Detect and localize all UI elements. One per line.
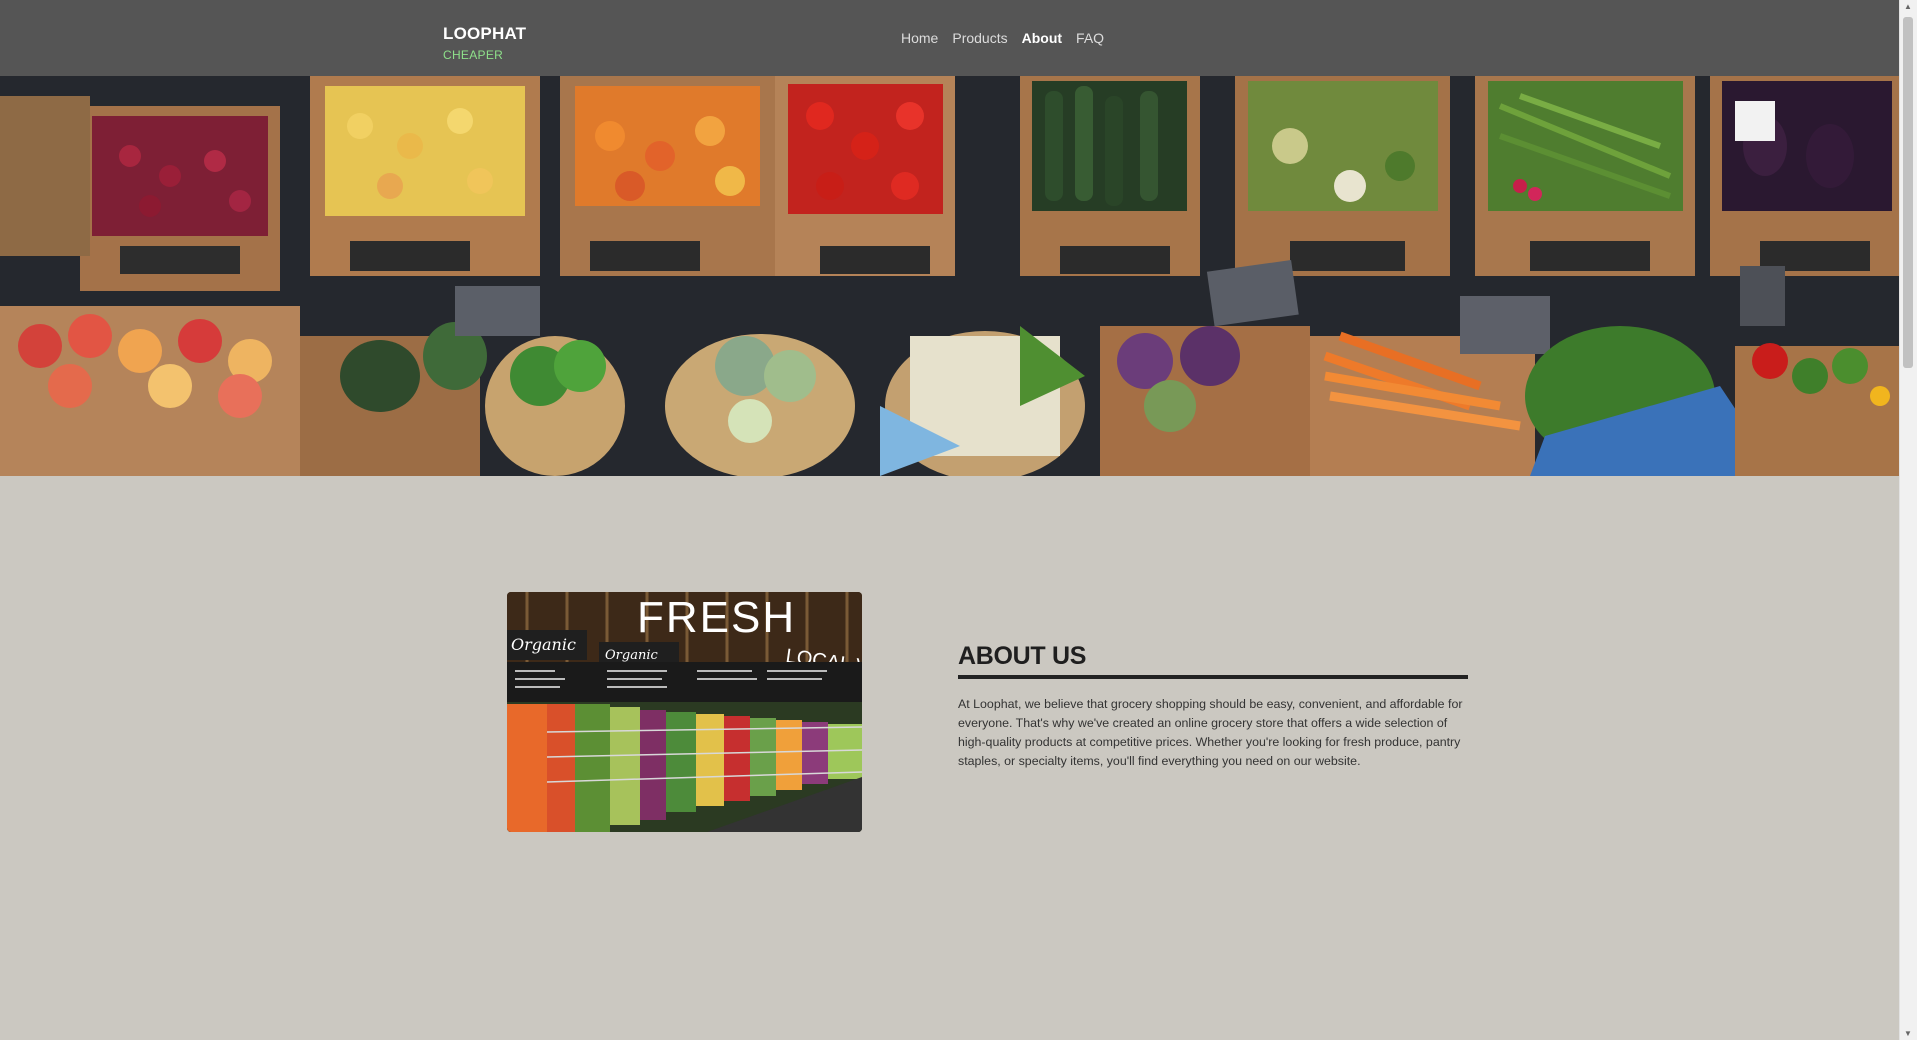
brand-tagline: CHEAPER (443, 48, 504, 62)
image-sign-organic-1: Organic (511, 635, 576, 654)
brand-name[interactable]: LOOPHAT (443, 24, 526, 44)
nav-about[interactable]: About (1022, 30, 1062, 46)
scroll-down-arrow-icon[interactable]: ▼ (1904, 1029, 1912, 1038)
scrollbar-thumb[interactable] (1903, 17, 1913, 368)
hero-banner-image (0, 76, 1900, 476)
about-section: ABOUT US At Loophat, we believe that gro… (958, 642, 1468, 771)
nav-home[interactable]: Home (901, 30, 938, 46)
nav-products[interactable]: Products (952, 30, 1007, 46)
navbar: LOOPHAT CHEAPER Home Products About FAQ (0, 0, 1900, 76)
main-nav: Home Products About FAQ (901, 30, 1104, 46)
image-sign-fresh: FRESH (637, 593, 796, 642)
about-store-image: FRESH LOCAL VALUE Organic Organic (507, 592, 862, 832)
scroll-up-arrow-icon[interactable]: ▲ (1904, 2, 1912, 11)
image-sign-organic-2: Organic (605, 648, 658, 663)
nav-faq[interactable]: FAQ (1076, 30, 1104, 46)
scrollbar[interactable]: ▲ ▼ (1899, 0, 1917, 1040)
about-title: ABOUT US (958, 642, 1468, 679)
about-body: At Loophat, we believe that grocery shop… (958, 697, 1463, 768)
brand[interactable]: LOOPHAT CHEAPER (443, 24, 526, 62)
